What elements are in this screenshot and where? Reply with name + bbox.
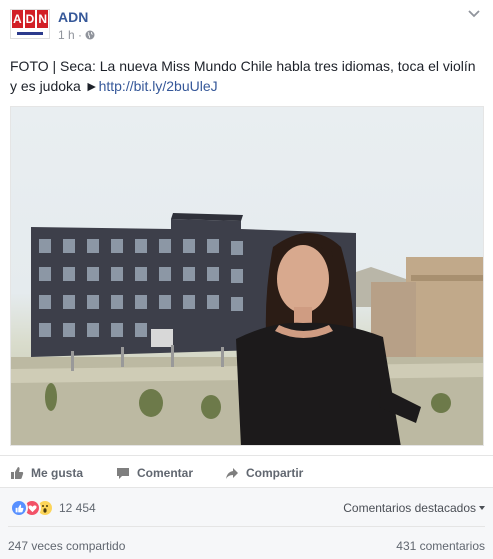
comment-count-link[interactable]: 431 comentarios [396, 539, 485, 553]
comment-icon [117, 468, 129, 479]
share-count-link[interactable]: 247 veces compartido [8, 539, 125, 553]
like-label: Me gusta [31, 466, 84, 480]
caret-down-icon [479, 506, 485, 510]
logo-letter: N [37, 10, 49, 28]
share-button[interactable]: Compartir [225, 466, 303, 480]
divider [8, 526, 485, 527]
post-meta: 1 h · [58, 28, 95, 42]
facebook-post: A D N ADN 1 h · FOTO | Seca: La nueva Mi… [0, 0, 493, 559]
page-name-link[interactable]: ADN [58, 9, 88, 25]
post-timestamp[interactable]: 1 h · [58, 28, 82, 42]
post-body: FOTO | Seca: La nueva Miss Mundo Chile h… [10, 58, 476, 94]
top-comments-label: Comentarios destacados [343, 501, 476, 515]
reaction-summary[interactable]: 12 454 [10, 499, 96, 517]
like-reaction-icon [10, 499, 28, 517]
divider [0, 487, 493, 488]
post-link[interactable]: http://bit.ly/2buUleJ [99, 78, 218, 94]
post-photo[interactable] [10, 106, 484, 446]
share-arrow-icon [226, 468, 238, 479]
logo-letter: D [24, 10, 36, 28]
like-button[interactable]: Me gusta [10, 466, 83, 480]
comment-label: Comentar [137, 466, 194, 480]
chevron-down-icon[interactable] [467, 9, 481, 19]
top-comments-dropdown[interactable]: Comentarios destacados [343, 501, 485, 515]
logo-letter: A [12, 10, 23, 28]
post-text: FOTO | Seca: La nueva Miss Mundo Chile h… [10, 56, 480, 96]
globe-icon [85, 30, 95, 40]
action-bar: Me gusta Comentar Compartir [10, 460, 484, 486]
divider [0, 455, 493, 456]
photo-scene [11, 213, 483, 445]
page-avatar[interactable]: A D N [10, 9, 50, 39]
share-label: Compartir [246, 466, 304, 480]
comment-button[interactable]: Comentar [116, 466, 193, 480]
thumbs-up-icon [11, 467, 24, 479]
reaction-count: 12 454 [59, 501, 96, 515]
